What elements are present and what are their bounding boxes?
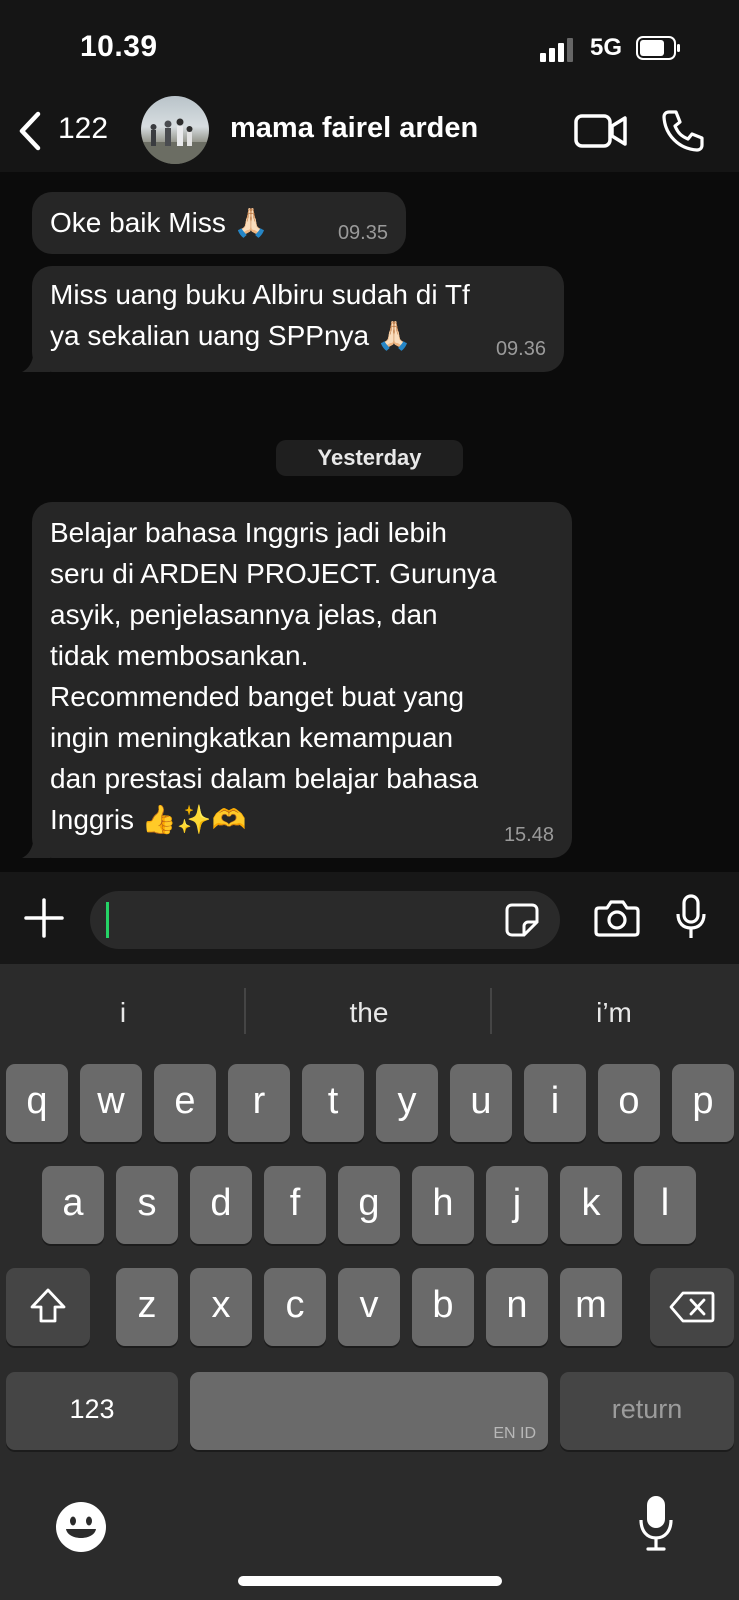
message-text: Oke baik Miss 🙏🏻 xyxy=(50,207,269,238)
message-text: Miss uang buku Albiru sudah di Tf ya sek… xyxy=(50,279,470,351)
key-s[interactable]: s xyxy=(116,1166,178,1244)
contact-avatar[interactable] xyxy=(141,96,209,164)
sticker-icon[interactable] xyxy=(504,902,540,938)
date-separator: Yesterday xyxy=(276,440,463,476)
key-l[interactable]: l xyxy=(634,1166,696,1244)
key-c[interactable]: c xyxy=(264,1268,326,1346)
plus-icon[interactable] xyxy=(22,896,66,940)
key-y[interactable]: y xyxy=(376,1064,438,1142)
contact-name[interactable]: mama fairel arden xyxy=(230,112,478,145)
key-d[interactable]: d xyxy=(190,1166,252,1244)
backspace-key[interactable] xyxy=(650,1268,734,1346)
key-o[interactable]: o xyxy=(598,1064,660,1142)
text-cursor xyxy=(106,902,109,938)
dictation-mic-icon[interactable] xyxy=(638,1494,674,1552)
message-bubble[interactable]: Oke baik Miss 🙏🏻 09.35 xyxy=(32,192,406,254)
camera-icon[interactable] xyxy=(594,898,640,938)
key-r[interactable]: r xyxy=(228,1064,290,1142)
header-bar xyxy=(0,0,739,172)
key-t[interactable]: t xyxy=(302,1064,364,1142)
key-i[interactable]: i xyxy=(524,1064,586,1142)
suggestion-divider xyxy=(244,988,246,1034)
key-g[interactable]: g xyxy=(338,1166,400,1244)
key-q[interactable]: q xyxy=(6,1064,68,1142)
key-p[interactable]: p xyxy=(672,1064,734,1142)
suggestion-3[interactable]: i’m xyxy=(498,990,730,1036)
key-w[interactable]: w xyxy=(80,1064,142,1142)
key-e[interactable]: e xyxy=(154,1064,216,1142)
bubble-tail xyxy=(22,346,50,372)
keyboard-language-label: EN ID xyxy=(493,1425,536,1442)
key-h[interactable]: h xyxy=(412,1166,474,1244)
numbers-key[interactable]: 123 xyxy=(6,1372,178,1450)
home-indicator[interactable] xyxy=(238,1576,502,1586)
key-a[interactable]: a xyxy=(42,1166,104,1244)
message-text: Belajar bahasa Inggris jadi lebih seru d… xyxy=(50,517,497,835)
phone-call-icon[interactable] xyxy=(660,108,706,154)
back-chevron-icon[interactable] xyxy=(14,108,48,154)
message-time: 15.48 xyxy=(503,824,554,846)
key-k[interactable]: k xyxy=(560,1166,622,1244)
suggestion-divider xyxy=(490,988,492,1034)
shift-icon xyxy=(30,1288,66,1323)
message-bubble[interactable]: Belajar bahasa Inggris jadi lebih seru d… xyxy=(22,502,572,858)
key-z[interactable]: z xyxy=(116,1268,178,1346)
key-m[interactable]: m xyxy=(560,1268,622,1346)
emoji-icon[interactable] xyxy=(54,1500,108,1554)
key-j[interactable]: j xyxy=(486,1166,548,1244)
back-unread-count[interactable]: 122 xyxy=(58,112,108,146)
key-u[interactable]: u xyxy=(450,1064,512,1142)
backspace-icon xyxy=(669,1291,715,1323)
return-key[interactable]: return xyxy=(560,1372,734,1450)
video-call-icon[interactable] xyxy=(574,110,628,152)
key-v[interactable]: v xyxy=(338,1268,400,1346)
key-n[interactable]: n xyxy=(486,1268,548,1346)
battery-icon xyxy=(636,36,680,60)
message-input[interactable] xyxy=(90,891,560,949)
key-b[interactable]: b xyxy=(412,1268,474,1346)
bubble-tail xyxy=(22,832,50,858)
message-time: 09.36 xyxy=(495,338,546,360)
message-time: 09.35 xyxy=(337,222,388,244)
shift-key[interactable] xyxy=(6,1268,90,1346)
suggestion-1[interactable]: i xyxy=(8,990,238,1036)
signal-icon xyxy=(540,38,573,62)
microphone-icon[interactable] xyxy=(676,894,706,940)
suggestion-2[interactable]: the xyxy=(250,990,488,1036)
network-label: 5G xyxy=(590,34,623,61)
status-time: 10.39 xyxy=(80,30,158,63)
space-bar[interactable]: EN ID xyxy=(190,1372,548,1450)
key-x[interactable]: x xyxy=(190,1268,252,1346)
message-bubble[interactable]: Miss uang buku Albiru sudah di Tf ya sek… xyxy=(22,266,564,372)
key-f[interactable]: f xyxy=(264,1166,326,1244)
